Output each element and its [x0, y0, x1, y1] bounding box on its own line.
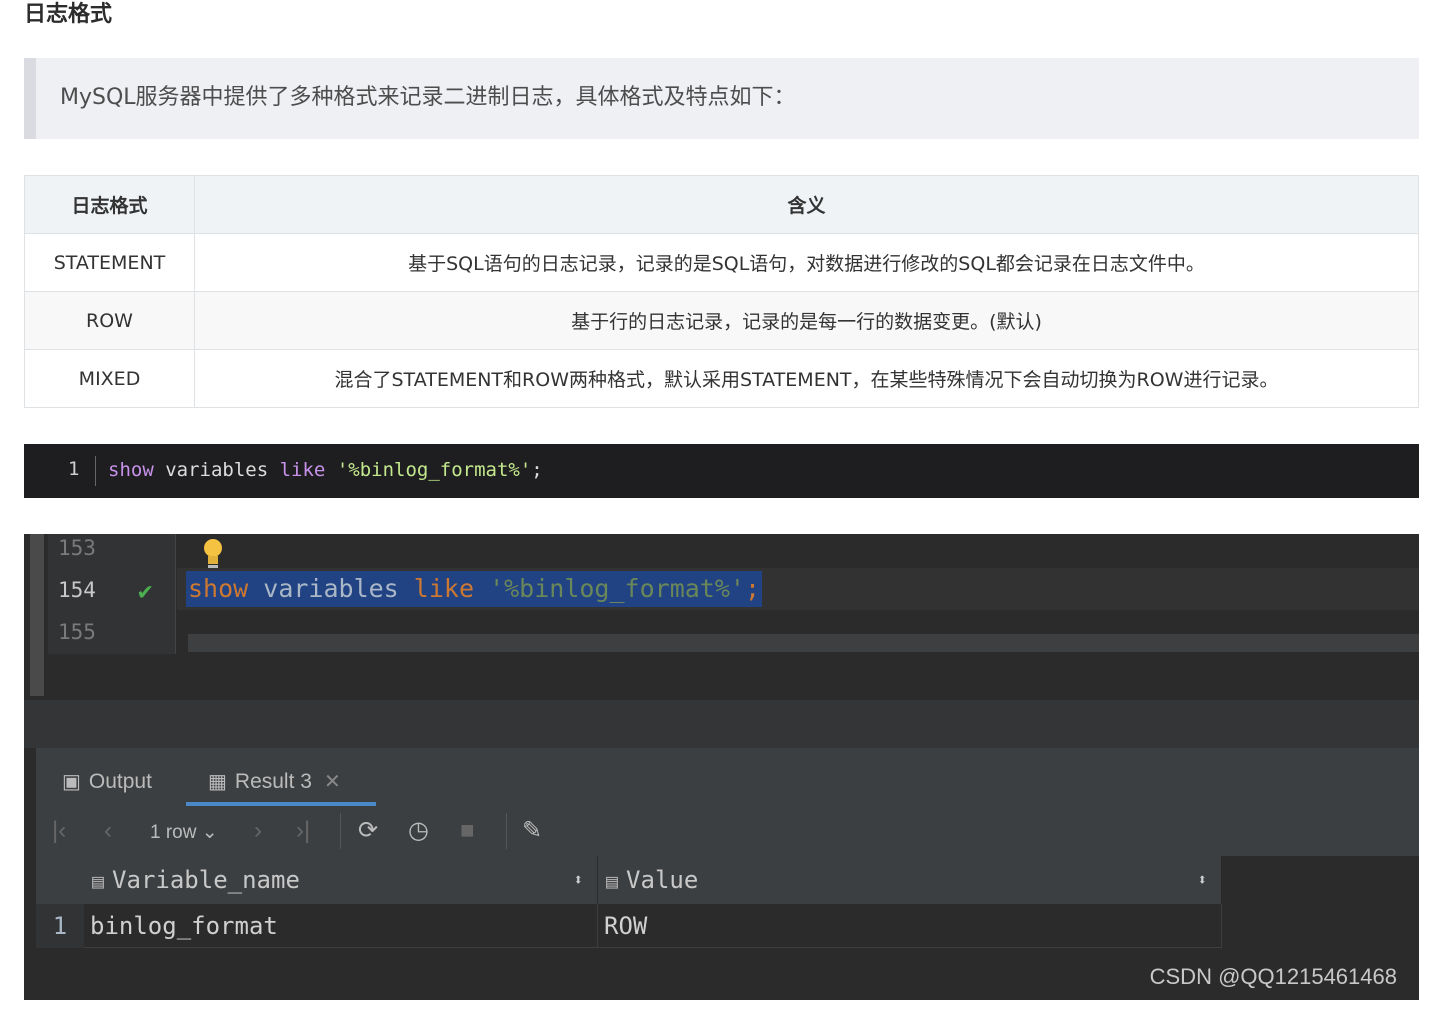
- table-row[interactable]: 1 binlog_format ROW: [36, 904, 1222, 948]
- query-space: [474, 574, 489, 603]
- code-keyword: like: [279, 459, 326, 481]
- meaning-cell: 混合了STATEMENT和ROW两种格式，默认采用STATEMENT，在某些特殊…: [194, 349, 1419, 408]
- variable-name-cell[interactable]: binlog_format: [84, 904, 598, 948]
- lightbulb-icon[interactable]: [202, 539, 224, 569]
- code-string: '%binlog_format%': [336, 459, 532, 481]
- column-header-label: Value: [626, 866, 699, 894]
- success-check-icon: ✔: [138, 577, 153, 605]
- table-row: ROW 基于行的日志记录，记录的是每一行的数据变更。(默认): [24, 291, 1419, 350]
- row-count-label: 1 row: [150, 822, 197, 843]
- row-count-dropdown[interactable]: 1 row ⌄: [150, 818, 218, 848]
- table-row: STATEMENT 基于SQL语句的日志记录，记录的是SQL语句，对数据进行修改…: [24, 233, 1419, 292]
- code-semicolon: ;: [531, 459, 543, 481]
- selected-query[interactable]: show variables like '%binlog_format%';: [186, 571, 763, 607]
- value-cell[interactable]: ROW: [598, 904, 1222, 948]
- results-tab-bar: ▣ Output ▦ Result 3 ✕: [36, 748, 1419, 806]
- table-header-format: 日志格式: [24, 175, 195, 234]
- query-semicolon: ;: [744, 574, 761, 603]
- first-page-icon[interactable]: |‹: [52, 816, 66, 846]
- stop-icon[interactable]: ■: [460, 816, 475, 846]
- query-plain: variables: [248, 574, 414, 603]
- code-block: 1 show variables like '%binlog_format%';: [24, 444, 1419, 498]
- code-line[interactable]: show variables like '%binlog_format%';: [108, 459, 543, 481]
- code-keyword: show: [108, 459, 154, 481]
- column-header-variable-name[interactable]: ▤ Variable_name ⬍: [84, 856, 598, 904]
- results-tool-window: ▣ Output ▦ Result 3 ✕ |‹ ‹ 1 row ⌄ › ›| ⟳ ◷…: [36, 748, 1419, 1000]
- section-heading: 日志格式: [24, 2, 113, 27]
- editor-gutter: 153 154 155 ✔: [48, 534, 176, 654]
- sort-icon[interactable]: ⬍: [1197, 856, 1207, 904]
- panel-splitter[interactable]: [24, 700, 1419, 748]
- tab-result-label: Result 3: [234, 770, 312, 793]
- close-icon[interactable]: ✕: [324, 771, 341, 793]
- table-header-row: 日志格式 含义: [24, 175, 1419, 234]
- sort-icon[interactable]: ⬍: [573, 856, 583, 904]
- column-icon: ▤: [606, 869, 619, 893]
- meaning-cell: 基于行的日志记录，记录的是每一行的数据变更。(默认): [194, 291, 1419, 350]
- chevron-down-icon: ⌄: [201, 822, 218, 843]
- line-number: 153: [58, 536, 96, 560]
- tab-output-label: Output: [88, 770, 152, 793]
- query-keyword: like: [413, 574, 475, 603]
- column-icon: ▤: [92, 869, 105, 893]
- results-toolbar: |‹ ‹ 1 row ⌄ › ›| ⟳ ◷ ■ ✎: [36, 806, 1419, 856]
- last-page-icon[interactable]: ›|: [296, 816, 310, 846]
- meaning-cell: 基于SQL语句的日志记录，记录的是SQL语句，对数据进行修改的SQL都会记录在日…: [194, 233, 1419, 292]
- format-cell: MIXED: [24, 349, 195, 408]
- code-gutter-divider: [95, 456, 96, 486]
- column-header-value[interactable]: ▤ Value ⬍: [598, 856, 1222, 904]
- toolbar-divider: [340, 813, 341, 849]
- prev-page-icon[interactable]: ‹: [104, 816, 112, 846]
- editor-horizontal-scrollbar[interactable]: [188, 634, 1419, 652]
- line-number: 154: [58, 578, 96, 602]
- table-row: MIXED 混合了STATEMENT和ROW两种格式，默认采用STATEMENT…: [24, 349, 1419, 408]
- format-cell: STATEMENT: [24, 233, 195, 292]
- watermark: CSDN @QQ1215461468: [1149, 964, 1397, 989]
- description-quote: MySQL服务器中提供了多种格式来记录二进制日志，具体格式及特点如下：: [24, 58, 1419, 139]
- grid-header: ▤ Variable_name ⬍ ▤ Value ⬍: [36, 856, 1222, 904]
- code-plain: variables: [153, 459, 280, 481]
- next-page-icon[interactable]: ›: [254, 816, 262, 846]
- query-keyword: show: [188, 574, 249, 603]
- refresh-icon[interactable]: ⟳: [358, 816, 378, 846]
- log-format-table: 日志格式 含义 STATEMENT 基于SQL语句的日志记录，记录的是SQL语句…: [24, 175, 1419, 408]
- row-number: 1: [36, 904, 84, 948]
- tab-result[interactable]: ▦ Result 3 ✕: [186, 748, 376, 806]
- history-icon[interactable]: ◷: [408, 816, 429, 846]
- column-header-label: Variable_name: [112, 866, 300, 894]
- description-text: MySQL服务器中提供了多种格式来记录二进制日志，具体格式及特点如下：: [60, 85, 796, 110]
- query-string: '%binlog_format%': [489, 574, 745, 603]
- table-header-meaning: 含义: [194, 175, 1419, 234]
- toolbar-divider: [506, 813, 507, 849]
- ide-window: 153 154 155 ✔ show variables like '%binl…: [24, 534, 1419, 1000]
- line-number: 155: [58, 620, 96, 644]
- format-cell: ROW: [24, 291, 195, 350]
- editor-left-strip: [30, 534, 44, 696]
- tab-output[interactable]: ▣ Output: [62, 748, 152, 806]
- pin-icon[interactable]: ✎: [522, 816, 542, 846]
- code-line-number: 1: [68, 458, 80, 480]
